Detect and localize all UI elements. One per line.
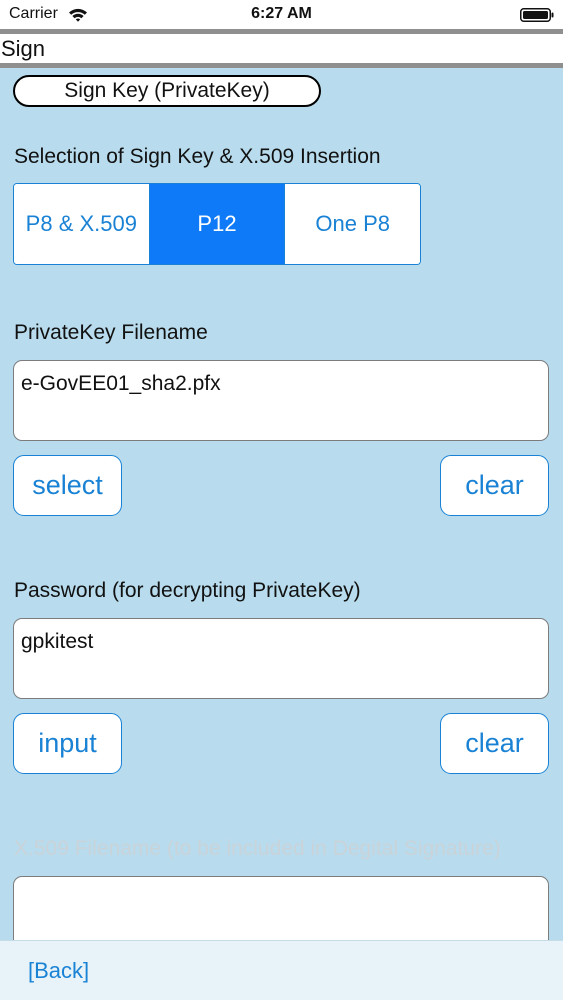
password-field[interactable]: gpkitest bbox=[13, 618, 549, 699]
back-button[interactable]: [Back] bbox=[28, 958, 89, 984]
segment-p12[interactable]: P12 bbox=[148, 184, 285, 264]
sign-key-header-label: Sign Key (PrivateKey) bbox=[64, 79, 270, 102]
x509-filename-label: X.509 Filename (to be included in Degita… bbox=[14, 837, 501, 860]
clear-private-key-button[interactable]: clear bbox=[440, 455, 549, 516]
clear-password-button[interactable]: clear bbox=[440, 713, 549, 774]
page-title: Sign bbox=[1, 36, 46, 61]
password-label: Password (for decrypting PrivateKey) bbox=[14, 579, 361, 602]
private-key-label: PrivateKey Filename bbox=[14, 321, 208, 344]
sign-key-segmented-control: P8 & X.509 P12 One P8 bbox=[13, 183, 421, 265]
battery-icon bbox=[520, 8, 554, 22]
input-button[interactable]: input bbox=[13, 713, 122, 774]
clock: 6:27 AM bbox=[251, 5, 312, 22]
select-button[interactable]: select bbox=[13, 455, 122, 516]
segment-one-p8[interactable]: One P8 bbox=[284, 184, 420, 264]
status-bar: Carrier 6:27 AM bbox=[0, 0, 563, 30]
bottom-toolbar: [Back] bbox=[0, 940, 563, 1000]
private-key-filename-field[interactable]: e-GovEE01_sha2.pfx bbox=[13, 360, 549, 441]
main-content: Sign Key (PrivateKey) Selection of Sign … bbox=[0, 68, 563, 940]
title-bar: Sign bbox=[0, 34, 563, 63]
sign-key-header: Sign Key (PrivateKey) bbox=[13, 75, 321, 107]
x509-filename-field[interactable] bbox=[13, 876, 549, 940]
selection-label: Selection of Sign Key & X.509 Insertion bbox=[14, 145, 381, 168]
segment-p8-x509[interactable]: P8 & X.509 bbox=[14, 184, 149, 264]
